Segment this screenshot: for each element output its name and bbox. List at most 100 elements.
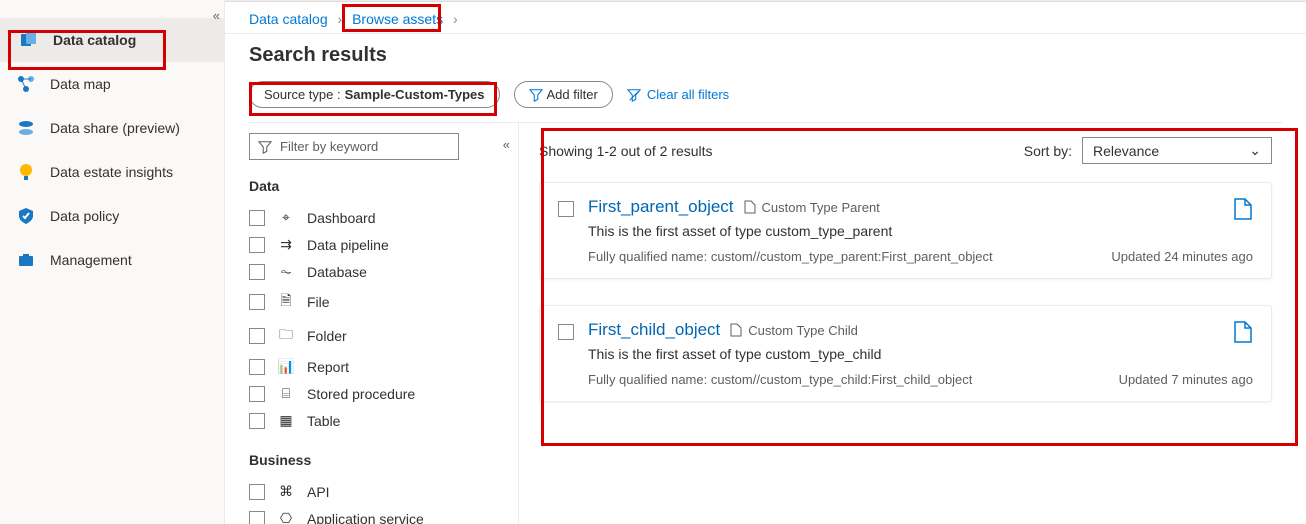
select-checkbox[interactable]: [558, 201, 574, 217]
facet-item-folder[interactable]: 🗀 Folder: [249, 319, 518, 353]
document-icon: [744, 200, 756, 214]
facet-label: File: [307, 294, 330, 310]
facet-label: Stored procedure: [307, 386, 415, 402]
clear-filters-label: Clear all filters: [647, 87, 729, 102]
facet-heading-data: Data: [249, 178, 518, 194]
app-service-icon: ⎔: [277, 510, 295, 524]
filter-pill-prefix: Source type :: [264, 87, 341, 102]
sidebar-item-data-map[interactable]: Data map: [0, 62, 224, 106]
stored-procedure-icon: ⌸: [277, 385, 295, 402]
table-icon: ▦: [277, 412, 295, 429]
asset-description: This is the first asset of type custom_t…: [588, 346, 1253, 362]
file-icon: 🗎: [277, 290, 295, 314]
policy-icon: [16, 206, 36, 226]
clear-filters-button[interactable]: Clear all filters: [627, 87, 729, 102]
facet-item-data-pipeline[interactable]: ⇉Data pipeline: [249, 231, 518, 258]
facet-item-dashboard[interactable]: ⌖ Dashboard: [249, 204, 518, 231]
breadcrumb-root[interactable]: Data catalog: [249, 11, 328, 27]
main-panel: Data catalog › Browse assets › Search re…: [225, 0, 1306, 524]
facet-item-api[interactable]: ⌘ API: [249, 478, 518, 505]
facet-label: API: [307, 484, 330, 500]
asset-fqn: Fully qualified name: custom//custom_typ…: [588, 372, 972, 387]
checkbox[interactable]: [249, 511, 265, 524]
sidebar-item-label: Data share (preview): [50, 120, 180, 136]
results-count: Showing 1-2 out of 2 results: [539, 143, 713, 159]
result-card: First_parent_object Custom Type Parent T…: [539, 182, 1272, 279]
asset-description: This is the first asset of type custom_t…: [588, 223, 1253, 239]
sort-select[interactable]: Relevance ⌄: [1082, 137, 1272, 164]
sidebar-item-label: Data policy: [50, 208, 119, 224]
add-filter-button[interactable]: Add filter: [514, 81, 613, 108]
facet-item-table[interactable]: ▦ Table: [249, 407, 518, 434]
checkbox[interactable]: [249, 237, 265, 253]
sidebar-item-label: Data map: [50, 76, 111, 92]
asset-updated: Updated 24 minutes ago: [1111, 249, 1253, 264]
share-icon: [16, 118, 36, 138]
filter-icon: [529, 88, 543, 102]
facet-label: Dashboard: [307, 210, 376, 226]
chevron-right-icon: ›: [453, 11, 458, 27]
facet-label: Database: [307, 264, 367, 280]
document-icon: [1233, 197, 1253, 224]
sidebar-item-data-estate-insights[interactable]: Data estate insights: [0, 150, 224, 194]
catalog-icon: [19, 30, 39, 50]
asset-type-text: Custom Type Parent: [762, 200, 880, 215]
sidebar: « Data catalog Data map Data share (prev…: [0, 0, 225, 524]
asset-updated: Updated 7 minutes ago: [1119, 372, 1253, 387]
sidebar-item-data-share[interactable]: Data share (preview): [0, 106, 224, 150]
facet-panel: Filter by keyword « Data ⌖ Dashboard ⇉Dat…: [249, 123, 519, 524]
map-icon: [16, 74, 36, 94]
breadcrumb-current[interactable]: Browse assets: [352, 11, 443, 27]
facet-label: Folder: [307, 328, 347, 344]
sort-by-label: Sort by:: [1024, 143, 1072, 159]
facet-item-application-service[interactable]: ⎔ Application service: [249, 505, 518, 524]
document-icon: [730, 323, 742, 337]
select-checkbox[interactable]: [558, 324, 574, 340]
facet-item-report[interactable]: 📊Report: [249, 353, 518, 380]
checkbox[interactable]: [249, 359, 265, 375]
filter-icon: [258, 140, 272, 154]
dashboard-icon: ⌖: [277, 209, 295, 226]
facet-item-file[interactable]: 🗎 File: [249, 285, 518, 319]
sidebar-item-management[interactable]: Management: [0, 238, 224, 282]
breadcrumb: Data catalog › Browse assets ›: [225, 1, 1306, 34]
checkbox[interactable]: [249, 210, 265, 226]
facet-item-stored-procedure[interactable]: ⌸ Stored procedure: [249, 380, 518, 407]
facet-collapse-button[interactable]: «: [503, 137, 508, 152]
add-filter-label: Add filter: [547, 87, 598, 102]
facet-label: Data pipeline: [307, 237, 389, 253]
api-icon: ⌘: [277, 483, 295, 500]
sidebar-item-label: Management: [50, 252, 132, 268]
sidebar-item-data-policy[interactable]: Data policy: [0, 194, 224, 238]
insights-icon: [16, 162, 36, 182]
sidebar-item-label: Data estate insights: [50, 164, 173, 180]
folder-icon: 🗀: [277, 324, 295, 348]
filter-pill-value: Sample-Custom-Types: [345, 87, 485, 102]
sidebar-item-label: Data catalog: [53, 32, 136, 48]
filter-pill-source-type[interactable]: Source type : Sample-Custom-Types: [249, 81, 500, 108]
clear-filter-icon: [627, 88, 641, 102]
results-panel: Showing 1-2 out of 2 results Sort by: Re…: [519, 123, 1282, 524]
checkbox[interactable]: [249, 413, 265, 429]
checkbox[interactable]: [249, 294, 265, 310]
asset-type-text: Custom Type Child: [748, 323, 858, 338]
facet-label: Table: [307, 413, 340, 429]
facet-search-input[interactable]: Filter by keyword: [249, 133, 459, 160]
asset-type-badge: Custom Type Parent: [744, 200, 880, 215]
database-icon: ⏦: [277, 263, 295, 280]
facet-item-database[interactable]: ⏦ Database: [249, 258, 518, 285]
asset-link[interactable]: First_child_object: [588, 320, 720, 340]
sidebar-item-data-catalog[interactable]: Data catalog: [0, 18, 224, 62]
report-icon: 📊: [277, 358, 295, 375]
checkbox[interactable]: [249, 328, 265, 344]
sidebar-collapse-button[interactable]: «: [213, 8, 218, 23]
asset-link[interactable]: First_parent_object: [588, 197, 734, 217]
management-icon: [16, 250, 36, 270]
facet-label: Application service: [307, 511, 424, 524]
checkbox[interactable]: [249, 484, 265, 500]
page-title: Search results: [249, 44, 1282, 67]
checkbox[interactable]: [249, 264, 265, 280]
facet-search-placeholder: Filter by keyword: [280, 139, 378, 154]
chevron-down-icon: ⌄: [1249, 142, 1261, 159]
checkbox[interactable]: [249, 386, 265, 402]
